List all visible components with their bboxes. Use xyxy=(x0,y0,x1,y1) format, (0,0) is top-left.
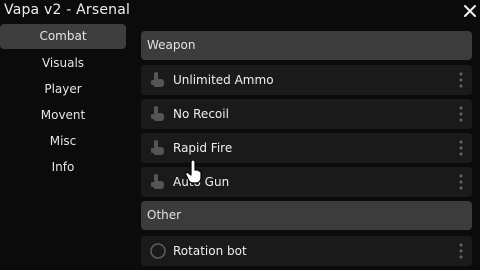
option-no-recoil[interactable]: No Recoil xyxy=(141,99,472,129)
section-header-other: Other xyxy=(141,201,472,230)
sidebar-item-player[interactable]: Player xyxy=(0,77,126,102)
main-panel: Weapon Unlimited Ammo No Recoil Rapid Fi… xyxy=(141,31,473,270)
option-rotation-bot[interactable]: Rotation bot xyxy=(141,236,472,266)
close-icon xyxy=(464,5,476,17)
section-header-weapon: Weapon xyxy=(141,31,472,60)
sidebar-item-misc[interactable]: Misc xyxy=(0,129,126,154)
close-button[interactable] xyxy=(462,3,478,19)
more-options-icon[interactable] xyxy=(459,140,463,156)
hand-pointer-icon xyxy=(151,72,164,87)
more-options-icon[interactable] xyxy=(459,174,463,190)
sidebar-item-combat[interactable]: Combat xyxy=(0,24,126,49)
hand-pointer-icon xyxy=(151,106,164,121)
window-title: Vapa v2 - Arsenal xyxy=(4,2,131,18)
toggle-circle-icon[interactable] xyxy=(149,242,167,260)
more-options-icon[interactable] xyxy=(459,72,463,88)
sidebar-item-visuals[interactable]: Visuals xyxy=(0,51,126,76)
option-label: Rotation bot xyxy=(173,244,247,258)
option-rapid-fire[interactable]: Rapid Fire xyxy=(141,133,472,163)
sidebar-item-movent[interactable]: Movent xyxy=(0,103,126,128)
hand-pointer-icon xyxy=(151,174,164,189)
sidebar-item-info[interactable]: Info xyxy=(0,155,126,180)
option-label: Auto Gun xyxy=(173,175,230,189)
option-label: Unlimited Ammo xyxy=(173,73,274,87)
option-unlimited-ammo[interactable]: Unlimited Ammo xyxy=(141,65,472,95)
more-options-icon[interactable] xyxy=(459,106,463,122)
option-label: No Recoil xyxy=(173,107,229,121)
option-auto-gun[interactable]: Auto Gun xyxy=(141,167,472,197)
hand-pointer-icon xyxy=(151,140,164,155)
option-label: Rapid Fire xyxy=(173,141,233,155)
more-options-icon[interactable] xyxy=(459,243,463,259)
